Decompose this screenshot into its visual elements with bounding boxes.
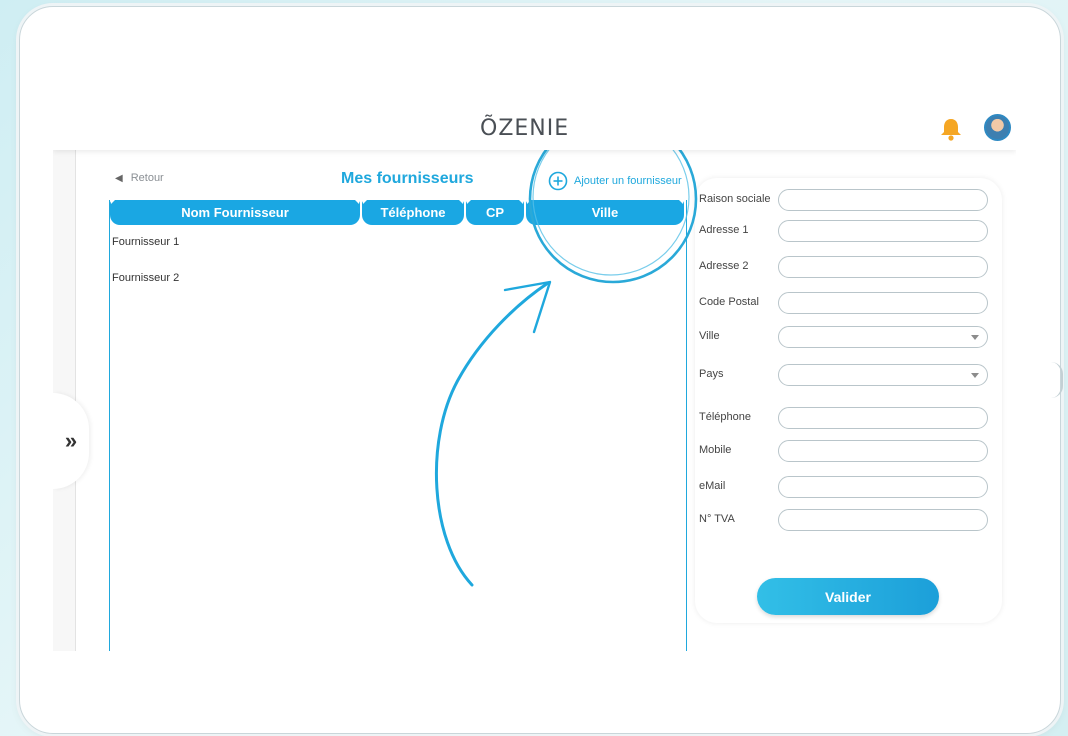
mobile-field[interactable] xyxy=(778,440,988,462)
column-header-label: Ville xyxy=(591,205,619,220)
sort-marker-icon xyxy=(363,200,367,204)
back-label: Retour xyxy=(130,172,164,184)
table-header: Nom Fournisseur Téléphone CP Ville xyxy=(110,200,686,225)
chevron-down-icon xyxy=(971,373,979,378)
tablet-side-button xyxy=(1051,362,1063,398)
form-row-email: eMail xyxy=(699,476,999,500)
supplier-list: Nom Fournisseur Téléphone CP Ville Fourn… xyxy=(109,200,687,651)
table-row[interactable]: Fournisseur 2 xyxy=(110,261,686,297)
field-label: Pays xyxy=(699,368,724,380)
tva-field[interactable] xyxy=(778,509,988,531)
form-row-raison-sociale: Raison sociale xyxy=(699,189,999,213)
form-row-code-postal: Code Postal xyxy=(699,292,999,316)
valider-button[interactable]: Valider xyxy=(757,578,939,615)
pays-select[interactable] xyxy=(778,364,988,386)
page-title: Mes fournisseurs xyxy=(341,170,474,187)
bell-icon[interactable] xyxy=(938,116,964,142)
form-row-adresse-1: Adresse 1 xyxy=(699,220,999,244)
sort-marker-icon xyxy=(679,200,683,204)
form-row-mobile: Mobile xyxy=(699,440,999,464)
triangle-left-icon: ◀ xyxy=(115,172,123,184)
column-header-label: Téléphone xyxy=(380,205,446,220)
avatar[interactable] xyxy=(984,114,1011,141)
supplier-form: Raison sociale Adresse 1 Adresse 2 Code … xyxy=(695,178,1002,623)
top-bar: ÕZENIE xyxy=(53,108,1016,150)
sidebar-expand-button[interactable]: » xyxy=(53,393,89,489)
form-row-ville: Ville xyxy=(699,326,999,350)
plus-circle-icon xyxy=(548,171,568,191)
sort-marker-icon xyxy=(111,200,115,204)
column-header-label: CP xyxy=(485,205,505,220)
sort-marker-icon xyxy=(467,200,471,204)
ville-select[interactable] xyxy=(778,326,988,348)
field-label: eMail xyxy=(699,480,726,492)
column-header-name[interactable]: Nom Fournisseur xyxy=(110,200,360,225)
adresse-2-field[interactable] xyxy=(778,256,988,278)
field-label: N° TVA xyxy=(699,513,735,525)
form-row-adresse-2: Adresse 2 xyxy=(699,256,999,280)
column-header-label: Nom Fournisseur xyxy=(181,205,289,220)
app-logo: ÕZENIE xyxy=(480,116,570,141)
field-label: Adresse 1 xyxy=(699,224,749,236)
field-label: Raison sociale xyxy=(699,193,771,205)
sort-marker-icon xyxy=(355,200,359,204)
telephone-field[interactable] xyxy=(778,407,988,429)
app-screen: ÕZENIE » ◀ Retour Mes fournisseurs Ajout… xyxy=(53,108,1016,651)
column-header-cp[interactable]: CP xyxy=(466,200,524,225)
field-label: Téléphone xyxy=(699,411,751,423)
field-label: Code Postal xyxy=(699,296,759,308)
code-postal-field[interactable] xyxy=(778,292,988,314)
adresse-1-field[interactable] xyxy=(778,220,988,242)
email-field[interactable] xyxy=(778,476,988,498)
table-row[interactable]: Fournisseur 1 xyxy=(110,225,686,261)
raison-sociale-field[interactable] xyxy=(778,189,988,211)
column-header-ville[interactable]: Ville xyxy=(526,200,684,225)
add-supplier-button[interactable]: Ajouter un fournisseur xyxy=(548,171,682,191)
field-label: Ville xyxy=(699,330,720,342)
form-row-telephone: Téléphone xyxy=(699,407,999,431)
sort-marker-icon xyxy=(459,200,463,204)
sort-marker-icon xyxy=(519,200,523,204)
form-row-tva: N° TVA xyxy=(699,509,999,533)
field-label: Adresse 2 xyxy=(699,260,749,272)
sort-marker-icon xyxy=(527,200,531,204)
add-supplier-label: Ajouter un fournisseur xyxy=(574,175,682,187)
form-row-pays: Pays xyxy=(699,364,999,388)
chevron-down-icon xyxy=(971,335,979,340)
column-header-phone[interactable]: Téléphone xyxy=(362,200,464,225)
back-button[interactable]: ◀ Retour xyxy=(115,172,164,184)
field-label: Mobile xyxy=(699,444,732,456)
